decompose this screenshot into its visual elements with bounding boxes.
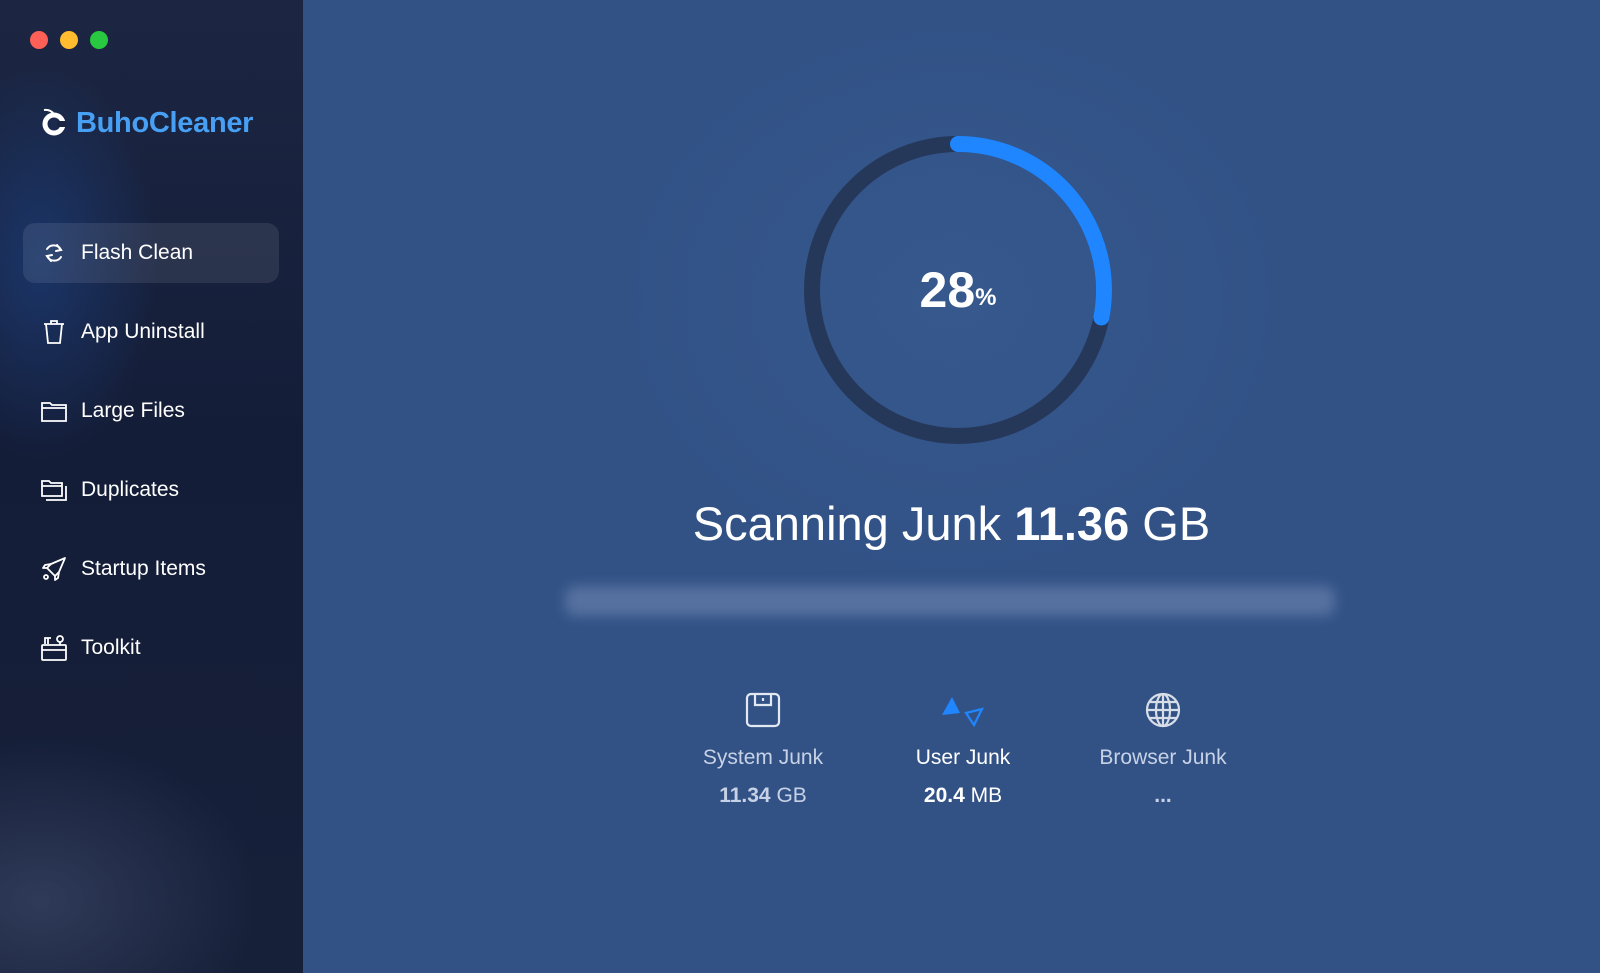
duplicate-folder-icon xyxy=(41,477,67,503)
scan-title-prefix: Scanning Junk xyxy=(692,497,1002,550)
sidebar-item-duplicates[interactable]: Duplicates xyxy=(23,460,279,520)
progress-percent: 28 % xyxy=(798,130,1118,450)
toolbox-icon xyxy=(41,635,67,661)
sidebar: BuhoCleaner Flash Clean App Uninstall La… xyxy=(0,0,303,973)
sidebar-item-app-uninstall[interactable]: App Uninstall xyxy=(23,302,279,362)
scan-status-title: Scanning Junk 11.36 GB xyxy=(303,496,1600,551)
sidebar-item-startup-items[interactable]: Startup Items xyxy=(23,539,279,599)
buho-owl-icon xyxy=(40,106,68,141)
sidebar-item-label: Large Files xyxy=(81,399,185,422)
category-system-junk: System Junk 11.34 GB xyxy=(663,690,863,808)
progress-percent-symbol: % xyxy=(975,284,997,311)
category-size: 20.4 MB xyxy=(923,784,1003,807)
category-user-junk: User Junk 20.4 MB xyxy=(863,690,1063,808)
close-window-button[interactable] xyxy=(30,31,48,49)
scan-total-unit: GB xyxy=(1142,497,1211,550)
category-browser-junk: Browser Junk ... xyxy=(1063,690,1263,808)
junk-categories: System Junk 11.34 GB User Junk 20.4 MB B… xyxy=(663,690,1263,808)
category-size: 11.34 GB xyxy=(719,784,807,807)
trash-icon xyxy=(41,319,67,345)
sidebar-item-label: App Uninstall xyxy=(81,320,205,343)
category-label: User Junk xyxy=(915,746,1011,769)
progress-value: 28 xyxy=(919,262,976,318)
scan-total-value: 11.36 xyxy=(1014,497,1130,550)
category-size: ... xyxy=(1154,784,1172,807)
folder-icon xyxy=(41,398,67,424)
sidebar-nav: Flash Clean App Uninstall Large Files Du… xyxy=(23,223,279,697)
scanning-triangles-icon xyxy=(940,690,986,730)
minimize-window-button[interactable] xyxy=(60,31,78,49)
sidebar-item-label: Startup Items xyxy=(81,557,206,580)
floppy-disk-icon xyxy=(745,690,781,730)
category-label: Browser Junk xyxy=(1099,746,1227,769)
rocket-icon xyxy=(41,556,67,582)
current-scan-path-blurred xyxy=(565,586,1335,616)
app-name: BuhoCleaner xyxy=(76,107,254,139)
scan-progress-ring: 28 % xyxy=(798,130,1118,450)
category-label: System Junk xyxy=(702,746,824,769)
main-panel: 28 % Scanning Junk 11.36 GB System Junk … xyxy=(303,0,1600,973)
sidebar-item-large-files[interactable]: Large Files xyxy=(23,381,279,441)
window-controls xyxy=(30,31,108,49)
zoom-window-button[interactable] xyxy=(90,31,108,49)
refresh-icon xyxy=(41,240,67,266)
sidebar-item-toolkit[interactable]: Toolkit xyxy=(23,618,279,678)
sidebar-item-label: Duplicates xyxy=(81,478,180,501)
globe-icon xyxy=(1144,690,1182,730)
sidebar-item-flash-clean[interactable]: Flash Clean xyxy=(23,223,279,283)
sidebar-item-label: Flash Clean xyxy=(81,241,194,264)
sidebar-item-label: Toolkit xyxy=(81,636,141,659)
app-logo: BuhoCleaner xyxy=(40,106,253,141)
